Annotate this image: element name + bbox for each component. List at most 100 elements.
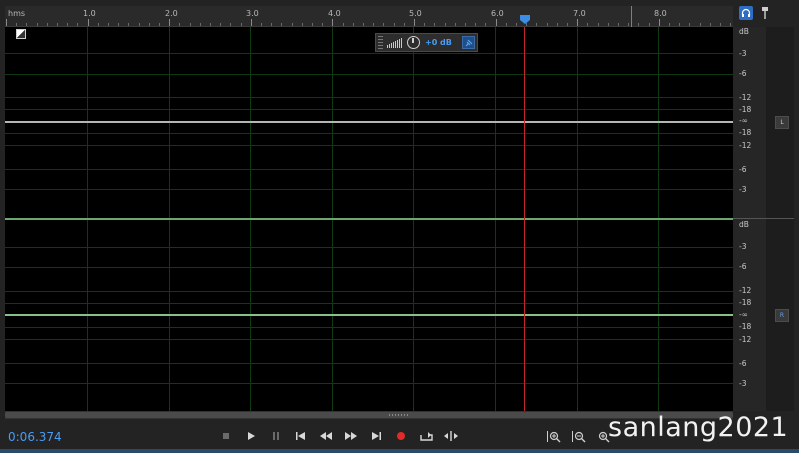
skip-selection-icon	[444, 431, 458, 441]
ruler-tick	[495, 19, 497, 26]
ruler-tick	[36, 23, 38, 26]
ruler-tick	[485, 23, 487, 26]
zoom-in-amplitude-button[interactable]	[545, 428, 563, 444]
ruler-tick	[516, 23, 517, 26]
ruler-tick	[6, 19, 7, 26]
ruler-tick	[536, 23, 538, 26]
playhead-handle-icon[interactable]	[520, 15, 530, 24]
hud-volume-control[interactable]: +0 dB	[375, 33, 478, 52]
db-label: -6	[739, 165, 747, 174]
ruler-tick	[730, 23, 732, 26]
channel-label-right[interactable]: R	[775, 309, 789, 322]
ruler-tick-label: 4.0	[328, 9, 341, 18]
rewind-icon	[319, 432, 332, 440]
loop-icon	[419, 431, 433, 441]
ruler-tick	[250, 19, 252, 26]
ruler-tick	[271, 23, 273, 26]
ruler-tick	[638, 23, 640, 26]
play-icon	[248, 432, 255, 440]
skip-forward-icon	[371, 432, 381, 440]
ruler-tick-label: 3.0	[246, 9, 259, 18]
ruler-tick	[526, 23, 528, 26]
move-to-previous-button[interactable]	[291, 428, 309, 444]
ruler-tick	[424, 23, 426, 26]
db-label: -12	[739, 335, 752, 344]
scrollbar-grip-icon	[389, 414, 409, 416]
ruler-tick	[291, 23, 293, 26]
channel-label-left[interactable]: L	[775, 116, 789, 129]
ruler-tick	[444, 23, 446, 26]
pin-icon[interactable]	[758, 6, 772, 20]
record-button[interactable]	[392, 428, 410, 444]
db-label: -6	[739, 69, 747, 78]
ruler-tick	[312, 23, 313, 26]
ruler-tick	[403, 23, 405, 26]
db-label: -12	[739, 93, 752, 102]
grid-line-horizontal	[5, 363, 733, 364]
ruler-tick	[597, 23, 599, 26]
ruler-tick	[373, 23, 375, 26]
left-channel-waveform	[5, 121, 733, 123]
grid-line-horizontal	[5, 109, 733, 110]
move-to-next-button[interactable]	[367, 428, 385, 444]
db-scale[interactable]: dB -3 -6 -12 -18 -∞ -18 -12 -6 -3 dB -3 …	[733, 27, 766, 411]
headphones-icon[interactable]	[739, 6, 753, 20]
ruler-tick	[26, 23, 28, 26]
db-label: -18	[739, 298, 752, 307]
ruler-tick	[567, 23, 568, 26]
zoom-out-amplitude-button[interactable]	[570, 428, 588, 444]
channel-divider[interactable]	[5, 218, 733, 220]
fast-forward-icon	[344, 432, 357, 440]
pause-button[interactable]	[267, 428, 285, 444]
knob-icon[interactable]	[407, 36, 420, 49]
grid-line-horizontal	[5, 169, 733, 170]
waveform-display[interactable]: +0 dB	[5, 27, 733, 411]
db-label: -3	[739, 185, 747, 194]
db-label: -3	[739, 49, 747, 58]
db-label: -3	[739, 379, 747, 388]
ruler-tick	[169, 19, 171, 26]
pause-icon	[273, 432, 279, 440]
display-toggle-icon[interactable]	[16, 29, 26, 39]
ruler-tick-label: 5.0	[409, 9, 422, 18]
ruler-tick	[57, 23, 58, 26]
db-label: -6	[739, 359, 747, 368]
ruler-tick-label: 8.0	[654, 9, 667, 18]
ruler-tick	[138, 23, 140, 26]
db-scale-divider	[733, 218, 794, 219]
ruler-tick	[118, 23, 120, 26]
stop-icon	[223, 433, 229, 439]
ruler-unit-label: hms	[8, 9, 26, 18]
hud-gain-value[interactable]: +0 dB	[425, 38, 452, 47]
ruler-tick	[577, 19, 579, 26]
status-bar	[0, 449, 799, 453]
ruler-tick	[342, 23, 344, 26]
db-label: -3	[739, 242, 747, 251]
ruler-tick	[709, 23, 711, 26]
loop-end-marker[interactable]	[631, 6, 632, 27]
fast-forward-button[interactable]	[341, 428, 359, 444]
record-icon	[397, 432, 405, 440]
grid-line-horizontal	[5, 145, 733, 146]
ruler-tick-label: 7.0	[573, 9, 586, 18]
pin-hud-icon[interactable]	[462, 36, 475, 49]
current-time-display[interactable]: 0:06.374	[8, 430, 62, 444]
db-label: -∞	[739, 116, 748, 125]
ruler-tick	[67, 23, 69, 26]
grid-line-horizontal	[5, 74, 733, 75]
ruler-tick-label: 2.0	[165, 9, 178, 18]
playhead-line[interactable]	[524, 27, 525, 411]
ruler-tick	[587, 23, 589, 26]
grid-line-horizontal	[5, 303, 733, 304]
ruler-tick	[46, 23, 48, 26]
skip-selection-button[interactable]	[442, 428, 460, 444]
hud-grip-icon[interactable]	[378, 36, 383, 49]
ruler-tick	[465, 23, 466, 26]
stop-button[interactable]	[217, 428, 235, 444]
skip-back-icon	[295, 432, 305, 440]
play-button[interactable]	[242, 428, 260, 444]
rewind-button[interactable]	[317, 428, 335, 444]
loop-button[interactable]	[417, 428, 435, 444]
time-ruler[interactable]: hms 1.0 2.0 3.0 4.0 5.0 6.0 7.0 8.0	[5, 6, 733, 27]
ruler-tick	[210, 23, 211, 26]
